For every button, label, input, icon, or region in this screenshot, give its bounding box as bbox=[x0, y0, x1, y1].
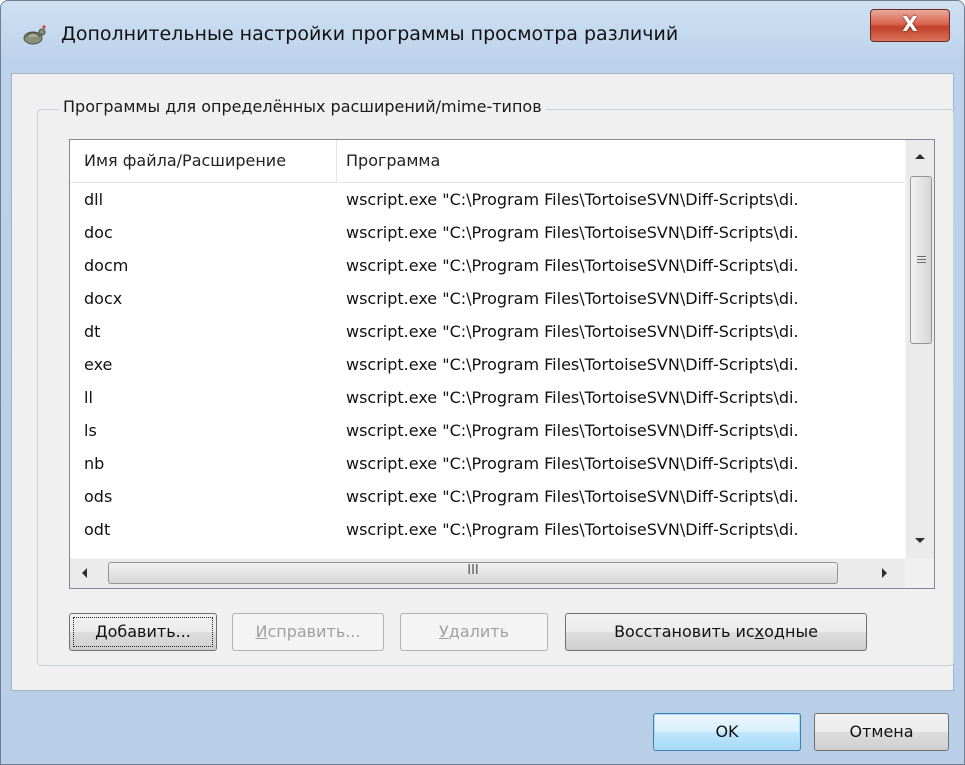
cancel-button[interactable]: Отмена bbox=[814, 713, 949, 751]
delete-button[interactable]: Удалить bbox=[400, 613, 548, 651]
add-button[interactable]: Добавить... bbox=[69, 613, 217, 651]
vertical-scrollbar[interactable] bbox=[905, 140, 934, 558]
list-item[interactable]: ods wscript.exe "C:\Program Files\Tortois… bbox=[70, 480, 905, 513]
extension-cell: docx bbox=[84, 289, 123, 308]
extension-cell: exe bbox=[84, 355, 113, 374]
horizontal-scroll-thumb[interactable]: III bbox=[108, 562, 838, 584]
list-item[interactable]: ls wscript.exe "C:\Program Files\Tortoise… bbox=[70, 414, 905, 447]
title-bar[interactable]: Дополнительные настройки программы просм… bbox=[1, 1, 964, 71]
list-rows: dll wscript.exe "C:\Program Files\Tortois… bbox=[70, 183, 905, 548]
scroll-down-icon[interactable] bbox=[915, 538, 925, 543]
program-cell: wscript.exe "C:\Program Files\TortoiseSV… bbox=[346, 289, 799, 308]
program-cell: wscript.exe "C:\Program Files\TortoiseSV… bbox=[346, 421, 799, 440]
extension-cell: nb bbox=[84, 454, 105, 473]
extension-cell: ods bbox=[84, 487, 113, 506]
delete-label: далить bbox=[448, 622, 509, 641]
scroll-grip-icon: III bbox=[467, 563, 479, 578]
scroll-left-icon[interactable] bbox=[82, 568, 87, 578]
program-cell: wscript.exe "C:\Program Files\TortoiseSV… bbox=[346, 454, 799, 473]
group-label: Программы для определённых расширений/mi… bbox=[59, 97, 546, 116]
scrollbar-corner bbox=[905, 558, 934, 588]
window-title: Дополнительные настройки программы просм… bbox=[61, 23, 679, 45]
vertical-scroll-thumb[interactable] bbox=[910, 176, 932, 344]
list-header: Имя файла/Расширение Программа bbox=[70, 140, 905, 183]
program-cell: wscript.exe "C:\Program Files\TortoiseSV… bbox=[346, 388, 799, 407]
program-cell: wscript.exe "C:\Program Files\TortoiseSV… bbox=[346, 256, 799, 275]
extension-cell: odt bbox=[84, 520, 111, 539]
restore-label-end: одные bbox=[764, 622, 818, 641]
restore-label-start: Восстановить ис bbox=[614, 622, 755, 641]
close-icon: X bbox=[902, 12, 918, 36]
scroll-right-icon[interactable] bbox=[882, 568, 887, 578]
add-label: обавить... bbox=[107, 622, 191, 641]
close-button[interactable]: X bbox=[870, 9, 950, 42]
list-item[interactable]: docm wscript.exe "C:\Program Files\Tortoi… bbox=[70, 249, 905, 282]
list-item[interactable]: dll wscript.exe "C:\Program Files\Tortois… bbox=[70, 183, 905, 216]
column-header-extension[interactable]: Имя файла/Расширение bbox=[84, 140, 286, 182]
extension-cell: ls bbox=[84, 421, 97, 440]
horizontal-scrollbar[interactable]: III bbox=[70, 558, 905, 588]
program-cell: wscript.exe "C:\Program Files\TortoiseSV… bbox=[346, 322, 799, 341]
list-item[interactable]: nb wscript.exe "C:\Program Files\Tortoise… bbox=[70, 447, 905, 480]
restore-accelerator: х bbox=[754, 622, 765, 641]
program-cell: wscript.exe "C:\Program Files\TortoiseSV… bbox=[346, 487, 799, 506]
program-cell: wscript.exe "C:\Program Files\TortoiseSV… bbox=[346, 223, 799, 242]
extension-cell: docm bbox=[84, 256, 129, 275]
dialog-window: Дополнительные настройки программы просм… bbox=[0, 0, 965, 765]
column-separator[interactable] bbox=[336, 140, 337, 182]
extension-cell: dll bbox=[84, 190, 104, 209]
list-item[interactable]: doc wscript.exe "C:\Program Files\Tortois… bbox=[70, 216, 905, 249]
scroll-up-icon[interactable] bbox=[915, 154, 925, 159]
list-item[interactable]: dt wscript.exe "C:\Program Files\Tortoise… bbox=[70, 315, 905, 348]
list-item[interactable]: exe wscript.exe "C:\Program Files\Tortois… bbox=[70, 348, 905, 381]
extension-cell: doc bbox=[84, 223, 113, 242]
list-item[interactable]: docx wscript.exe "C:\Program Files\Tortoi… bbox=[70, 282, 905, 315]
edit-label: справить... bbox=[267, 622, 361, 641]
delete-accelerator: У bbox=[439, 622, 449, 641]
program-cell: wscript.exe "C:\Program Files\TortoiseSV… bbox=[346, 190, 799, 209]
add-accelerator: Д bbox=[95, 622, 108, 641]
list-item[interactable]: odt wscript.exe "C:\Program Files\Tortois… bbox=[70, 513, 905, 546]
restore-defaults-button[interactable]: Восстановить исходные bbox=[565, 613, 867, 651]
edit-accelerator: И bbox=[255, 622, 268, 641]
column-header-program[interactable]: Программа bbox=[346, 140, 440, 182]
edit-button[interactable]: Исправить... bbox=[232, 613, 384, 651]
tortoise-icon bbox=[23, 25, 46, 45]
program-cell: wscript.exe "C:\Program Files\TortoiseSV… bbox=[346, 520, 799, 539]
ok-button[interactable]: OK bbox=[653, 713, 801, 751]
extensions-list[interactable]: Имя файла/Расширение Программа dll wscrip… bbox=[69, 139, 935, 589]
program-cell: wscript.exe "C:\Program Files\TortoiseSV… bbox=[346, 355, 799, 374]
extension-cell: ll bbox=[84, 388, 93, 407]
extension-cell: dt bbox=[84, 322, 101, 341]
list-item[interactable]: ll wscript.exe "C:\Program Files\Tortoise… bbox=[70, 381, 905, 414]
